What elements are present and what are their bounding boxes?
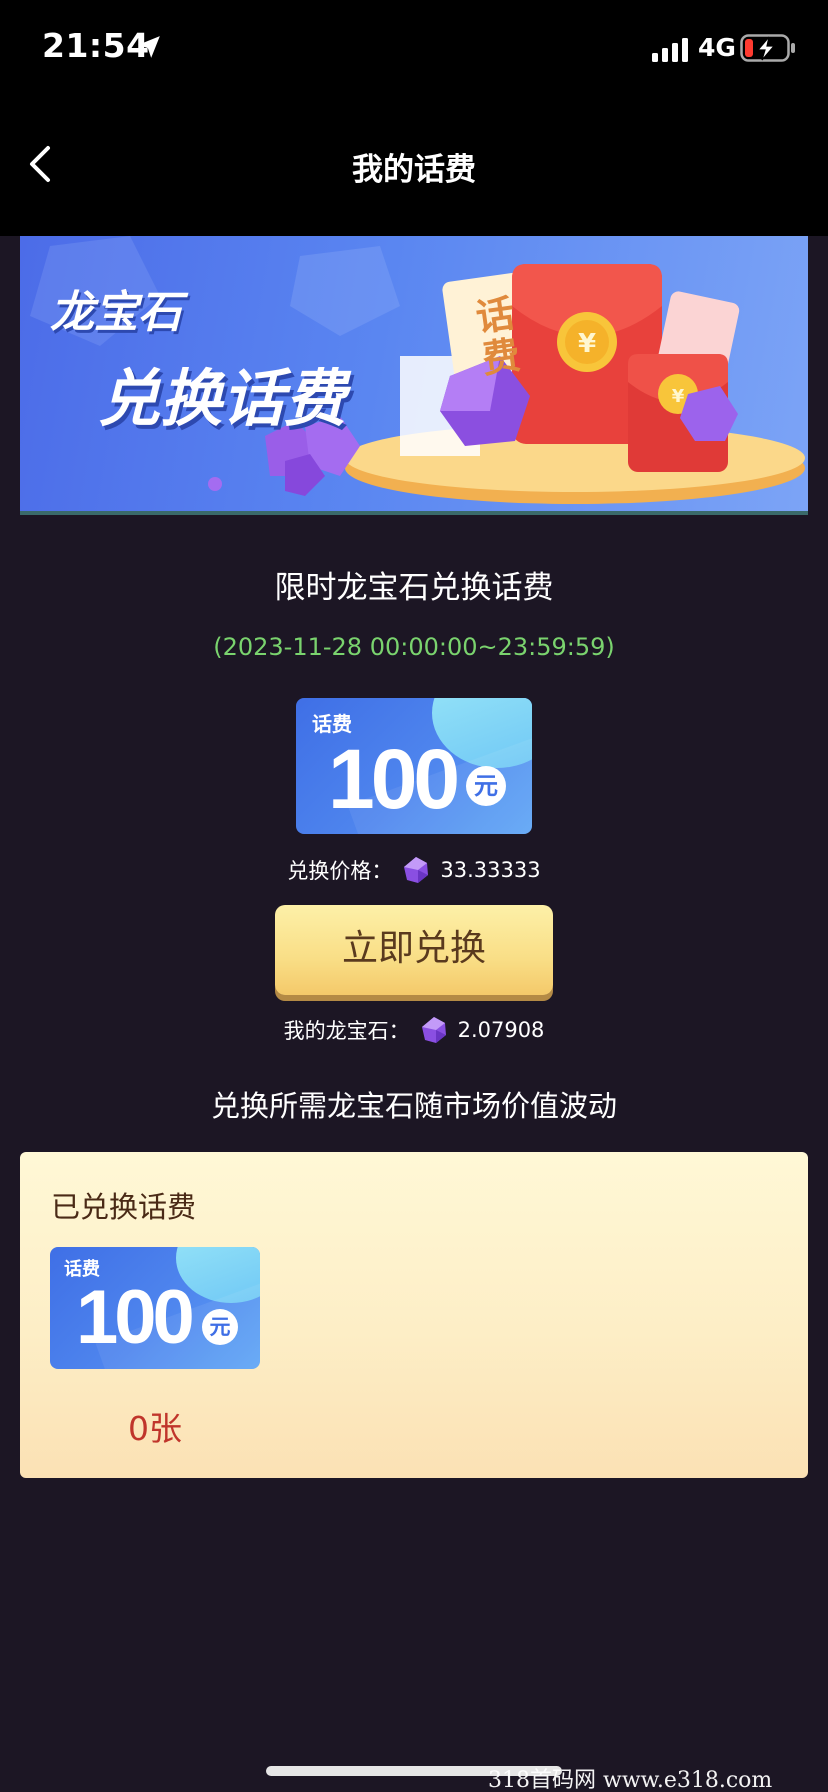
status-bar: 21:54 4G (0, 0, 828, 100)
gem-icon (421, 1017, 446, 1043)
network-type: 4G (698, 33, 736, 62)
banner-title-line1: 龙宝石 (50, 287, 182, 338)
battery-charging-icon (740, 34, 795, 62)
gem-icon (404, 857, 429, 883)
location-arrow-icon (138, 36, 160, 58)
svg-text:¥: ¥ (578, 329, 596, 359)
banner-title-line2: 兑换话费 (98, 362, 347, 435)
voucher-amount: 100 (76, 1275, 195, 1360)
redeemed-panel: 已兑换话费 话费 100 元 0张 (20, 1152, 808, 1478)
redeemed-count: 0张 (128, 1409, 182, 1448)
promo-banner: ¥ ¥ 龙宝石 兑换话费 话费 (20, 236, 808, 515)
voucher-unit: 元 (202, 1309, 238, 1345)
promo-period: (2023-11-28 00:00:00~23:59:59) (213, 633, 615, 661)
exchange-price: 兑换价格： 33.33333 (0, 855, 828, 885)
redeemed-title: 已兑换话费 (51, 1190, 197, 1224)
signal-bars-icon (652, 38, 688, 62)
my-gems-label: 我的龙宝石： (283, 1019, 410, 1043)
redeem-now-button[interactable]: 立即兑换 (275, 905, 553, 995)
price-label: 兑换价格： (287, 859, 393, 883)
price-value: 33.33333 (440, 858, 541, 882)
voucher-amount: 100 (328, 732, 460, 826)
my-gems: 我的龙宝石： 2.07908 (0, 1015, 828, 1045)
svg-text:¥: ¥ (672, 386, 685, 407)
promo-title: 限时龙宝石兑换话费 (274, 570, 554, 606)
status-time: 21:54 (42, 26, 150, 65)
market-note: 兑换所需龙宝石随市场价值波动 (210, 1089, 617, 1123)
my-gems-value: 2.07908 (457, 1018, 545, 1042)
voucher-unit: 元 (466, 766, 506, 806)
phone-credit-voucher: 话费 100 元 (296, 698, 532, 834)
page-title: 我的话费 (352, 152, 476, 188)
site-watermark: 318首码网 www.e318.com (488, 1768, 773, 1792)
redeemed-voucher: 话费 100 元 (50, 1247, 260, 1369)
nav-bar: 我的话费 (0, 100, 828, 236)
